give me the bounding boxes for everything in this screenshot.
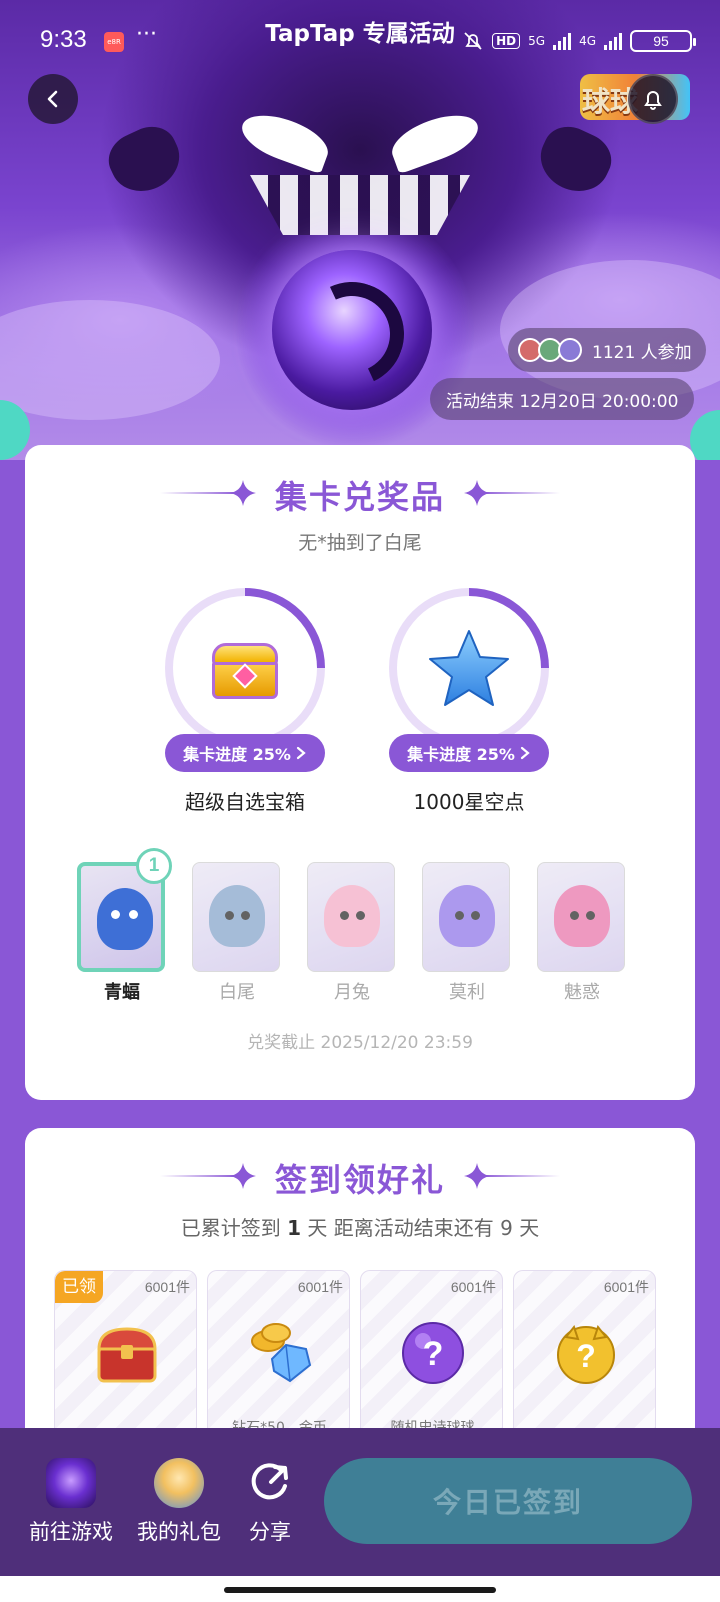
hero-cloud [0, 300, 220, 420]
signin-summary: 已累计签到 1 天 距离活动结束还有 9 天 [0, 1212, 720, 1241]
card-count-badge: 1 [136, 848, 172, 884]
signin-reward-day-1[interactable]: 已领 6001件 [54, 1270, 197, 1450]
character-card-image [422, 862, 510, 972]
share-label: 分享 [249, 1520, 291, 1544]
character-card-qingfu[interactable]: 1 青蝠 [77, 848, 172, 1004]
back-button[interactable] [28, 74, 78, 124]
share-icon [245, 1458, 295, 1508]
svg-text:?: ? [423, 1335, 444, 1373]
reward-quantity: 6001件 [603, 1279, 649, 1295]
character-figure [209, 885, 265, 947]
character-card-yuetu[interactable]: 月兔 [307, 862, 397, 1004]
chest-icon [97, 1327, 157, 1383]
reward-quantity: 6001件 [297, 1279, 343, 1295]
character-figure [97, 888, 153, 950]
bell-icon [644, 91, 662, 110]
go-to-game-label: 前往游戏 [29, 1520, 113, 1544]
hero-monster-eye [235, 105, 335, 175]
character-name: 白尾 [219, 982, 255, 1003]
svg-text:?: ? [576, 1338, 596, 1374]
share-button[interactable]: 分享 [240, 1458, 300, 1546]
character-figure [439, 885, 495, 947]
subscribe-bell-button[interactable] [628, 74, 678, 124]
collect-progress-button[interactable]: 集卡进度 25% [389, 734, 549, 772]
signin-reward-day-3[interactable]: 6001件 ? 随机史诗球球 [360, 1270, 503, 1450]
prize-star-points[interactable]: 集卡进度 25% 1000星空点 [384, 588, 554, 814]
collect-progress-label: 集卡进度 25% [407, 745, 515, 764]
collect-section-title: 集卡兑奖品 [274, 478, 445, 516]
hero-monster-eye [385, 105, 485, 175]
character-name: 青蝠 [104, 982, 140, 1003]
character-name: 月兔 [334, 982, 370, 1003]
participants-badge: 1121 人参加 [508, 328, 706, 372]
signin-section-title: 签到领好礼 [274, 1161, 445, 1199]
title-decoration [480, 492, 560, 494]
title-decoration [480, 1175, 560, 1177]
mystery-gold-ball-icon: ? [557, 1324, 615, 1384]
status-bar: 9:33 e8R ··· TapTap 专属活动 HD 5G 4G 95 [0, 0, 720, 84]
character-card-image [192, 862, 280, 972]
prize-super-chest[interactable]: 集卡进度 25% 超级自选宝箱 [160, 588, 330, 814]
network-4g-label: 4G [579, 34, 596, 48]
character-card-moli[interactable]: 莫利 [422, 862, 512, 1004]
reward-quantity: 6001件 [450, 1279, 496, 1295]
collect-progress-label: 集卡进度 25% [183, 745, 291, 764]
character-figure [324, 885, 380, 947]
character-card-image [307, 862, 395, 972]
character-card-image [537, 862, 625, 972]
mystery-purple-ball-icon: ? [402, 1322, 464, 1384]
redeem-deadline: 兑奖截止 2025/12/20 23:59 [247, 1033, 473, 1053]
avatar [558, 338, 582, 362]
reward-quantity: 6001件 [144, 1279, 190, 1295]
signed-today-button[interactable]: 今日已签到 [324, 1458, 692, 1544]
event-end-time: 活动结束 12月20日 20:00:00 [430, 378, 695, 420]
signin-summary-prefix: 已累计签到 [180, 1216, 288, 1240]
hero-decoration [690, 410, 720, 460]
signin-reward-day-4[interactable]: 6001件 ? [513, 1270, 656, 1450]
diamond-coin-icon [251, 1323, 312, 1383]
hero-monster-hand [530, 118, 620, 202]
collect-section-subtitle: 无*抽到了白尾 [298, 532, 422, 554]
signin-days-count: 1 [287, 1216, 302, 1240]
chevron-right-icon [520, 746, 530, 760]
hero-monster-hand [100, 118, 190, 202]
gift-avatar-icon [154, 1458, 204, 1508]
game-app-icon [46, 1458, 96, 1508]
go-to-game-button[interactable]: 前往游戏 [26, 1458, 116, 1546]
collect-progress-ring [389, 588, 549, 748]
collect-progress-button[interactable]: 集卡进度 25% [165, 734, 325, 772]
signin-summary-suffix: 天 距离活动结束还有 9 天 [301, 1216, 540, 1240]
character-figure [554, 885, 610, 947]
bell-muted-icon [464, 32, 482, 50]
status-indicators: HD 5G 4G 95 [462, 30, 696, 52]
character-card-baiwei[interactable]: 白尾 [192, 862, 282, 1004]
bottom-action-bar: 前往游戏 我的礼包 分享 今日已签到 [0, 1428, 720, 1576]
prize-name: 超级自选宝箱 [185, 790, 305, 814]
claimed-badge: 已领 [55, 1271, 103, 1303]
network-5g-label: 5G [528, 34, 546, 48]
chevron-right-icon [296, 746, 306, 760]
event-end-time-text: 活动结束 12月20日 20:00:00 [446, 391, 679, 412]
collect-progress-ring [165, 588, 325, 748]
home-indicator[interactable] [224, 1587, 496, 1593]
signal-icon [553, 32, 572, 50]
character-name: 莫利 [449, 982, 485, 1003]
prize-name: 1000星空点 [413, 790, 525, 814]
signin-reward-day-2[interactable]: 6001件 钻石*50、金币 [207, 1270, 350, 1450]
hero-monster-mouth [250, 175, 470, 235]
character-card-list: 1 青蝠 白尾 月兔 莫利 魅惑 [77, 848, 637, 1004]
star-icon [429, 630, 509, 706]
chevron-left-icon [47, 90, 58, 108]
my-gifts-label: 我的礼包 [137, 1520, 221, 1544]
signal-icon [604, 32, 622, 50]
hd-icon: HD [492, 33, 521, 49]
participants-count: 1121 人参加 [592, 342, 692, 363]
treasure-chest-icon [208, 637, 282, 699]
my-gifts-button[interactable]: 我的礼包 [134, 1458, 224, 1546]
battery-icon: 95 [630, 30, 696, 52]
character-card-meihuo[interactable]: 魅惑 [537, 862, 627, 1004]
character-name: 魅惑 [564, 982, 600, 1003]
